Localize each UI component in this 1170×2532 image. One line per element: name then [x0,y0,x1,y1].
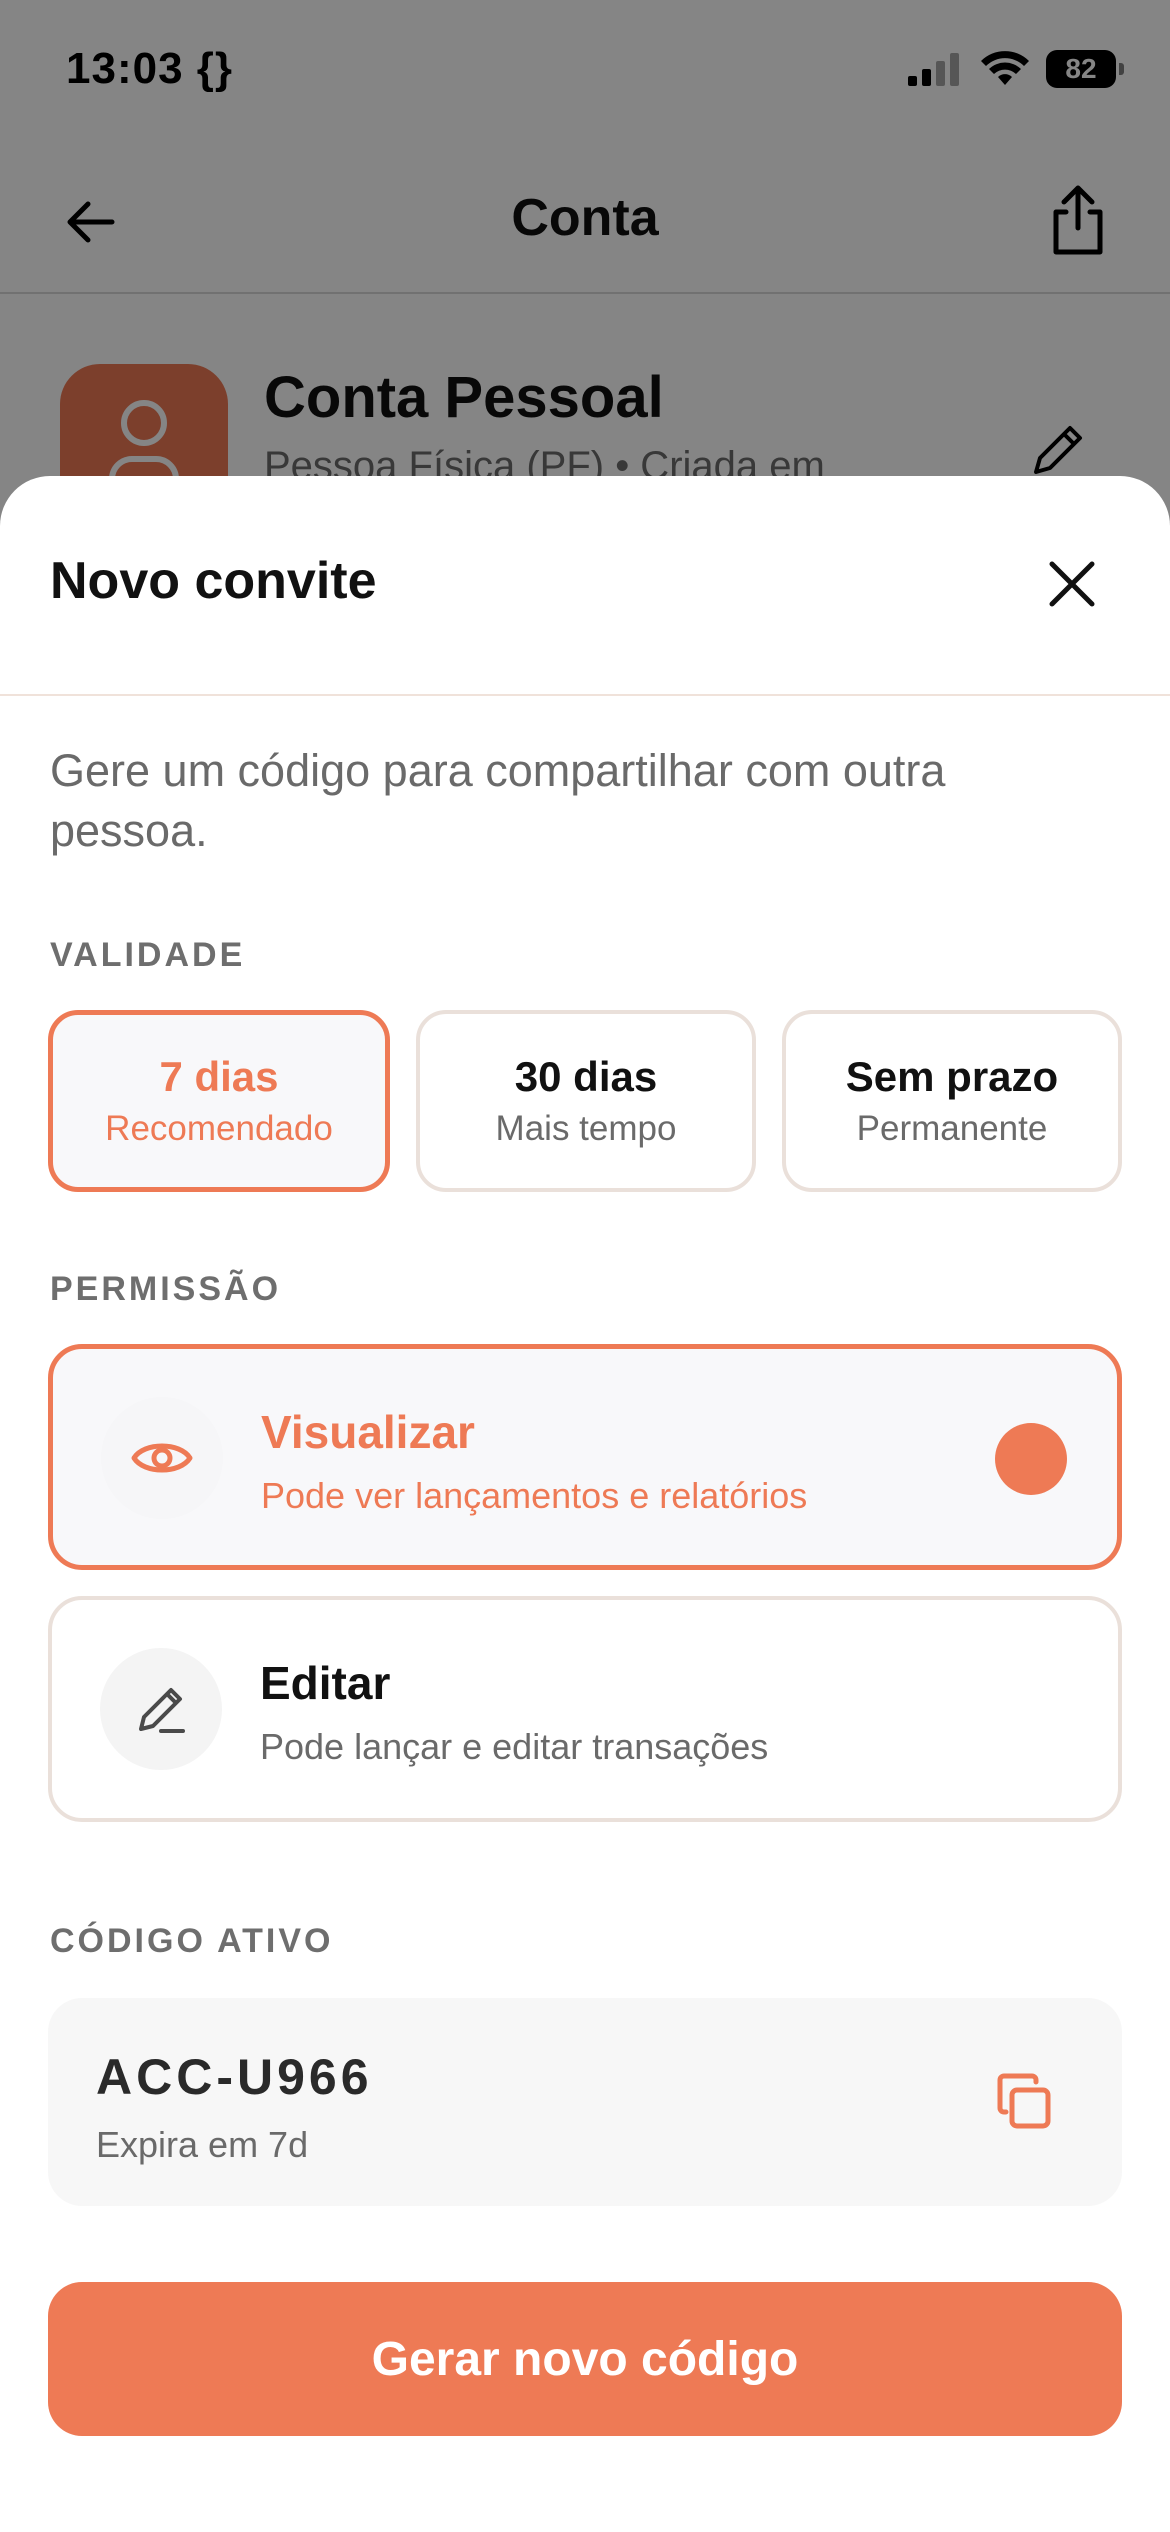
radio-selected-indicator [995,1423,1067,1495]
generate-code-label: Gerar novo código [371,2332,799,2386]
permission-title: Editar [260,1657,391,1709]
sheet-title: Novo convite [50,552,377,610]
sheet-description: Gere um código para compartilhar com out… [50,745,946,856]
permission-subtitle: Pode lançar e editar transações [260,1726,769,1767]
validity-options: 7 dias Recomendado 30 dias Mais tempo Se… [48,1010,1122,1192]
screen: 13:03 {} 82 Conta Conta Pessoal Pessoa F… [0,0,1170,2532]
validity-option-title: 7 dias [159,1053,279,1100]
permission-subtitle: Pode ver lançamentos e relatórios [261,1475,808,1516]
sheet-header: Novo convite [0,476,1170,696]
validity-option-subtitle: Recomendado [105,1109,333,1148]
validity-option-7-days[interactable]: 7 dias Recomendado [48,1010,390,1192]
validity-option-subtitle: Permanente [856,1109,1048,1148]
validity-option-title: Sem prazo [845,1053,1059,1100]
validity-option-title: 30 dias [514,1053,658,1100]
validity-option-30-days[interactable]: 30 dias Mais tempo [416,1010,756,1192]
active-code-box: ACC-U966 Expira em 7d [48,1998,1122,2206]
validity-label: VALIDADE [50,936,246,974]
permission-option-view[interactable]: Visualizar Pode ver lançamentos e relató… [48,1344,1122,1570]
active-code-label: CÓDIGO ATIVO [50,1922,334,1960]
generate-code-button[interactable]: Gerar novo código [48,2282,1122,2436]
permission-option-edit[interactable]: Editar Pode lançar e editar transações [48,1596,1122,1822]
copy-icon[interactable] [994,2072,1056,2134]
perm-icon-wrap [100,1648,222,1770]
perm-icon-wrap [101,1397,223,1519]
active-code-value: ACC-U966 [96,2049,373,2105]
validity-option-subtitle: Mais tempo [495,1109,677,1148]
close-icon[interactable] [1044,556,1100,612]
eye-icon [131,1443,193,1473]
validity-option-no-limit[interactable]: Sem prazo Permanente [782,1010,1122,1192]
pencil-icon [139,1688,185,1733]
active-code-expiry: Expira em 7d [96,2124,309,2165]
permission-label: PERMISSÃO [50,1270,282,1308]
invite-sheet: Novo convite Gere um código para compart… [0,476,1170,2532]
permission-title: Visualizar [261,1406,475,1458]
